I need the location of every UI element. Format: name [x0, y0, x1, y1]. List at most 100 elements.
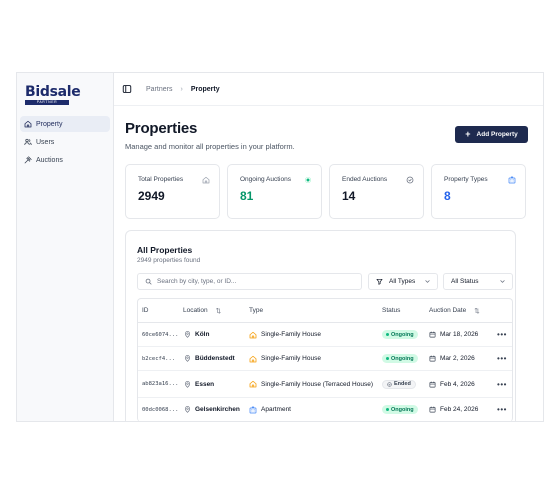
clock-check-icon: [406, 176, 414, 184]
stat-card-property-types: Property Types 8: [431, 164, 526, 219]
more-actions-icon[interactable]: •••: [497, 380, 507, 389]
chevron-down-icon: [424, 278, 431, 285]
sidebar-item-label: Auctions: [36, 156, 63, 164]
column-header-location[interactable]: Location ⇅: [183, 307, 249, 315]
chevron-down-icon: [499, 278, 506, 285]
panel-title: All Properties: [137, 245, 193, 255]
calendar-icon: [429, 355, 436, 362]
stat-value: 2949: [138, 189, 165, 203]
column-header-status: Status: [382, 307, 401, 314]
column-header-id: ID: [142, 307, 149, 314]
location-name: Köln: [195, 331, 210, 338]
auction-date: Feb 4, 2026: [440, 380, 475, 388]
sort-icon[interactable]: ⇅: [216, 307, 221, 315]
sidebar-item-users[interactable]: Users: [20, 134, 110, 150]
column-header-label: Auction Date: [429, 307, 467, 314]
properties-table: ID Location ⇅ Type Status Auction Date ⇅: [137, 298, 513, 421]
users-icon: [24, 138, 32, 146]
calendar-icon: [429, 331, 436, 338]
search-box[interactable]: [137, 273, 362, 290]
stat-value: 8: [444, 189, 451, 203]
app-window: Bidsale PARTNER Property Users Auctions …: [16, 72, 544, 422]
type-filter-select[interactable]: All Types: [368, 273, 438, 290]
page-title: Properties: [125, 120, 198, 137]
property-type: Apartment: [261, 406, 291, 413]
property-id: 00dc0068...: [142, 406, 179, 413]
row-actions: •••: [493, 330, 511, 339]
status-label: Ongoing: [391, 406, 414, 413]
status-badge: Ended: [382, 379, 416, 389]
date-cell: Mar 2, 2026: [429, 355, 493, 362]
location-cell: Gelsenkirchen: [183, 406, 249, 413]
table-header: ID Location ⇅ Type Status Auction Date ⇅: [138, 299, 512, 323]
row-actions: •••: [493, 354, 511, 363]
brand-name: Bidsale: [25, 84, 81, 100]
status-cell: Ongoing: [382, 354, 429, 363]
more-actions-icon[interactable]: •••: [497, 330, 507, 339]
type-cell: Single-Family House: [249, 330, 382, 339]
add-property-button[interactable]: + Add Property: [455, 126, 528, 143]
status-cell: Ongoing: [382, 405, 429, 414]
status-cell: Ongoing: [382, 330, 429, 339]
table-row[interactable]: 00dc0068... Gelsenkirchen Apartment Ongo…: [138, 398, 512, 421]
house-icon: [249, 331, 257, 339]
location-cell: Essen: [183, 381, 249, 388]
stat-label: Property Types: [444, 176, 488, 183]
sidebar-item-label: Users: [36, 138, 55, 146]
properties-panel: All Properties 2949 properties found All…: [125, 230, 516, 421]
date-cell: Feb 4, 2026: [429, 381, 493, 388]
status-label: Ongoing: [391, 355, 414, 362]
property-id: 60ce6074...: [142, 331, 179, 338]
building-icon: [249, 406, 257, 414]
location-cell: Köln: [183, 331, 249, 338]
chevron-right-icon: ›: [180, 85, 183, 93]
table-row[interactable]: b2cecf4... Büddenstedt Single-Family Hou…: [138, 347, 512, 371]
add-property-label: Add Property: [476, 131, 518, 138]
status-badge: Ongoing: [382, 354, 418, 363]
sort-icon[interactable]: ⇅: [474, 307, 479, 315]
status-filter-value: All Status: [451, 278, 479, 285]
more-actions-icon[interactable]: •••: [497, 405, 507, 414]
status-filter-select[interactable]: All Status: [443, 273, 513, 290]
sidebar-item-auctions[interactable]: Auctions: [20, 152, 110, 168]
house-icon: [249, 355, 257, 363]
stat-card-ongoing-auctions: Ongoing Auctions 81: [227, 164, 322, 219]
row-actions: •••: [493, 405, 511, 414]
column-header-auction-date[interactable]: Auction Date ⇅: [429, 307, 493, 315]
location-name: Gelsenkirchen: [195, 406, 240, 413]
sidebar-item-property[interactable]: Property: [20, 116, 110, 132]
property-id: b2cecf4...: [142, 355, 176, 362]
sidebar-toggle-icon[interactable]: [122, 84, 132, 94]
breadcrumb-parent[interactable]: Partners: [146, 86, 172, 93]
building-icon: [508, 176, 516, 184]
type-filter-value: All Types: [389, 278, 416, 285]
property-type: Single-Family House: [261, 355, 321, 362]
map-pin-icon: [184, 380, 191, 388]
calendar-icon: [429, 406, 436, 413]
auction-date: Mar 18, 2026: [440, 331, 479, 338]
more-actions-icon[interactable]: •••: [497, 354, 507, 363]
status-cell: Ended: [382, 379, 429, 389]
status-badge: Ongoing: [382, 405, 418, 414]
property-type: Single-Family House (Terraced House): [261, 380, 373, 388]
gavel-icon: [24, 156, 32, 164]
search-input[interactable]: [157, 278, 357, 285]
table-row[interactable]: 60ce6074... Köln Single-Family House Ong…: [138, 323, 512, 347]
map-pin-icon: [184, 331, 191, 338]
table-row[interactable]: ab823a16... Essen Single-Family House (T…: [138, 371, 512, 398]
sidebar-item-label: Property: [36, 120, 63, 128]
stat-label: Ongoing Auctions: [240, 176, 291, 183]
brand-logo[interactable]: Bidsale PARTNER: [25, 85, 113, 105]
live-dot-icon: [304, 176, 312, 184]
map-pin-icon: [184, 355, 191, 362]
stat-card-ended-auctions: Ended Auctions 14: [329, 164, 424, 219]
top-bar: Partners › Property: [114, 73, 543, 106]
map-pin-icon: [184, 406, 191, 413]
status-badge: Ongoing: [382, 330, 418, 339]
property-type: Single-Family House: [261, 331, 321, 338]
breadcrumb-current: Property: [190, 85, 220, 93]
home-icon: [24, 120, 32, 128]
auction-date: Feb 24, 2026: [440, 406, 479, 413]
page-subtitle: Manage and monitor all properties in you…: [125, 142, 295, 151]
auction-date: Mar 2, 2026: [440, 355, 475, 362]
